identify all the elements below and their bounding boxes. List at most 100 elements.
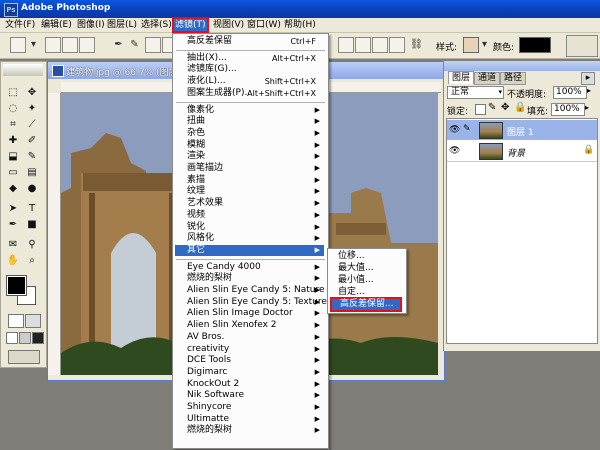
filter-menu-item[interactable]: Nik Software ▶ xyxy=(175,390,324,401)
eraser-icon[interactable]: ▭ xyxy=(6,166,20,180)
screen-mode-full[interactable] xyxy=(32,332,44,344)
intersect-shape-button[interactable] xyxy=(372,37,388,53)
vertical-ruler[interactable] xyxy=(48,93,61,375)
filter-menu-item[interactable]: 渲染 ▶ xyxy=(175,151,324,162)
filter-menu-item[interactable]: Alien Slin Xenofex 2 ▶ xyxy=(175,320,324,331)
eye-icon[interactable]: 👁 xyxy=(449,146,460,156)
eye-icon[interactable]: 👁 xyxy=(449,125,460,135)
filter-menu-item[interactable]: creativity ▶ xyxy=(175,344,324,355)
healing-brush-icon[interactable]: ✚ xyxy=(6,134,20,148)
jump-to-imageready-button[interactable] xyxy=(8,350,40,364)
marquee-icon[interactable]: ⬚ xyxy=(6,86,20,100)
filter-menu-item[interactable]: 扭曲 ▶ xyxy=(175,116,324,127)
chevron-down-icon[interactable]: ▾ xyxy=(27,38,40,51)
freeform-pen-icon[interactable]: ✎ xyxy=(128,38,141,51)
marquee-preset-button[interactable] xyxy=(10,37,26,53)
other-submenu-item[interactable]: 位移... xyxy=(330,251,402,262)
dodge-icon[interactable]: ● xyxy=(25,182,39,196)
filter-menu-item[interactable]: 艺术效果 ▶ xyxy=(175,198,324,209)
filter-menu-item[interactable]: 锐化 ▶ xyxy=(175,222,324,233)
rectangle-tool-icon[interactable]: ■ xyxy=(25,218,39,232)
filter-menu-item[interactable]: 纹理 ▶ xyxy=(175,186,324,197)
foreground-color[interactable] xyxy=(6,275,27,296)
pen-icon[interactable]: ✒ xyxy=(112,38,125,51)
menu-filter[interactable]: 滤镜(T) xyxy=(172,17,209,33)
fill-field[interactable]: 100% xyxy=(551,103,585,116)
filter-menu-item[interactable]: KnockOut 2 ▶ xyxy=(175,379,324,390)
filter-menu-item[interactable]: 液化(L)... Shift+Ctrl+X xyxy=(175,76,324,87)
chevron-right-icon[interactable]: ▸ xyxy=(585,103,589,112)
menu-select[interactable]: 选择(S) xyxy=(140,19,173,31)
lock-brush-icon[interactable]: ✎ xyxy=(488,102,496,113)
combine-shape-button[interactable] xyxy=(338,37,354,53)
menu-view[interactable]: 视图(V) xyxy=(212,19,245,31)
filter-menu-item[interactable]: Eye Candy 4000 ▶ xyxy=(175,262,324,273)
filter-menu-item[interactable]: 滤镜库(G)... xyxy=(175,64,324,75)
tab-paths[interactable]: 路径 xyxy=(500,72,526,85)
notes-icon[interactable]: ✉ xyxy=(6,238,20,252)
menu-window[interactable]: 窗口(W) xyxy=(246,19,282,31)
filter-menu-item[interactable]: 其它 ▶ xyxy=(175,244,324,256)
filter-menu-item[interactable]: 燃烧的梨树 ▶ xyxy=(175,425,324,436)
opacity-field[interactable]: 100% xyxy=(553,86,587,99)
panel-menu-icon[interactable]: ▸ xyxy=(581,72,595,85)
filter-menu-item[interactable]: Digimarc ▶ xyxy=(175,367,324,378)
filter-menu-item[interactable]: Alien Slin Eye Candy 5: Textures ▶ xyxy=(175,297,332,308)
filter-menu-item[interactable]: Ultimatte ▶ xyxy=(175,414,324,425)
other-submenu-item[interactable]: 高反差保留... xyxy=(330,297,402,312)
lasso-icon[interactable]: ◌ xyxy=(6,102,20,116)
eyedropper-icon[interactable]: ⚲ xyxy=(25,238,39,252)
style-swatch[interactable] xyxy=(463,37,479,53)
move-icon[interactable]: ✥ xyxy=(25,86,39,100)
filter-menu-item[interactable]: Alien Slin Eye Candy 5: Nature ▶ xyxy=(175,285,325,296)
tab-channels[interactable]: 通道 xyxy=(474,72,500,85)
layer-row[interactable]: 👁 背景 🔒 xyxy=(447,141,597,162)
filter-menu-item[interactable]: 燃烧的梨树 ▶ xyxy=(175,273,324,284)
screen-mode-standard[interactable] xyxy=(6,332,18,344)
blend-mode-select[interactable]: 正常 ▾ xyxy=(447,86,504,99)
gradient-icon[interactable]: ▤ xyxy=(25,166,39,180)
other-submenu-item[interactable]: 最小值... xyxy=(330,275,402,286)
filter-menu-item[interactable]: 杂色 ▶ xyxy=(175,128,324,139)
path-select-icon[interactable]: ➤ xyxy=(6,202,20,216)
add-selection-button[interactable] xyxy=(62,37,78,53)
hand-icon[interactable]: ✋ xyxy=(6,254,20,268)
filter-menu-item[interactable]: 图案生成器(P)... Alt+Shift+Ctrl+X xyxy=(175,88,324,99)
menu-file[interactable]: 文件(F) xyxy=(4,19,36,31)
filter-menu-item[interactable]: Alien Slin Image Doctor ▶ xyxy=(175,308,324,319)
rectangle-shape-button[interactable] xyxy=(145,37,161,53)
filter-menu-item[interactable]: 画笔描边 ▶ xyxy=(175,163,324,174)
filter-menu-item[interactable]: 高反差保留 Ctrl+F xyxy=(175,36,324,47)
history-brush-icon[interactable]: ✎ xyxy=(25,150,39,164)
chevron-down-icon[interactable]: ▾ xyxy=(478,38,491,51)
standard-mode-button[interactable] xyxy=(8,314,24,328)
filter-menu-item[interactable]: 风格化 ▶ xyxy=(175,233,324,244)
other-submenu-item[interactable]: 最大值... xyxy=(330,263,402,274)
quickmask-mode-button[interactable] xyxy=(25,314,41,328)
layer-row[interactable]: 👁 ✎ 图层 1 xyxy=(447,120,597,140)
lock-move-icon[interactable]: ✥ xyxy=(501,102,509,113)
menu-image[interactable]: 图像(I) xyxy=(76,19,106,31)
color-swatch[interactable] xyxy=(519,37,551,53)
subtract-shape-button[interactable] xyxy=(355,37,371,53)
menu-edit[interactable]: 编辑(E) xyxy=(40,19,73,31)
magic-wand-icon[interactable]: ✦ xyxy=(25,102,39,116)
stamp-icon[interactable]: ⬓ xyxy=(6,150,20,164)
pen-tool-icon[interactable]: ✒ xyxy=(6,218,20,232)
new-selection-button[interactable] xyxy=(45,37,61,53)
filter-menu-item[interactable]: AV Bros. ▶ xyxy=(175,332,324,343)
filter-menu-item[interactable]: DCE Tools ▶ xyxy=(175,355,324,366)
link-icon[interactable]: ⛓ xyxy=(410,38,423,51)
zoom-icon[interactable]: ⌕ xyxy=(25,254,39,268)
lock-all-icon[interactable]: 🔒 xyxy=(514,102,526,113)
lock-transparent-checkbox[interactable] xyxy=(475,104,486,115)
chevron-right-icon[interactable]: ▸ xyxy=(587,86,591,95)
exclude-shape-button[interactable] xyxy=(389,37,405,53)
subtract-selection-button[interactable] xyxy=(79,37,95,53)
slice-icon[interactable]: ⟋ xyxy=(25,118,39,132)
filter-menu-item[interactable]: 视频 ▶ xyxy=(175,210,324,221)
brush-icon[interactable]: ✐ xyxy=(25,134,39,148)
menu-help[interactable]: 帮助(H) xyxy=(283,19,317,31)
filter-menu-item[interactable]: 像素化 ▶ xyxy=(175,105,324,116)
filter-menu-item[interactable]: 抽出(X)... Alt+Ctrl+X xyxy=(175,53,324,64)
